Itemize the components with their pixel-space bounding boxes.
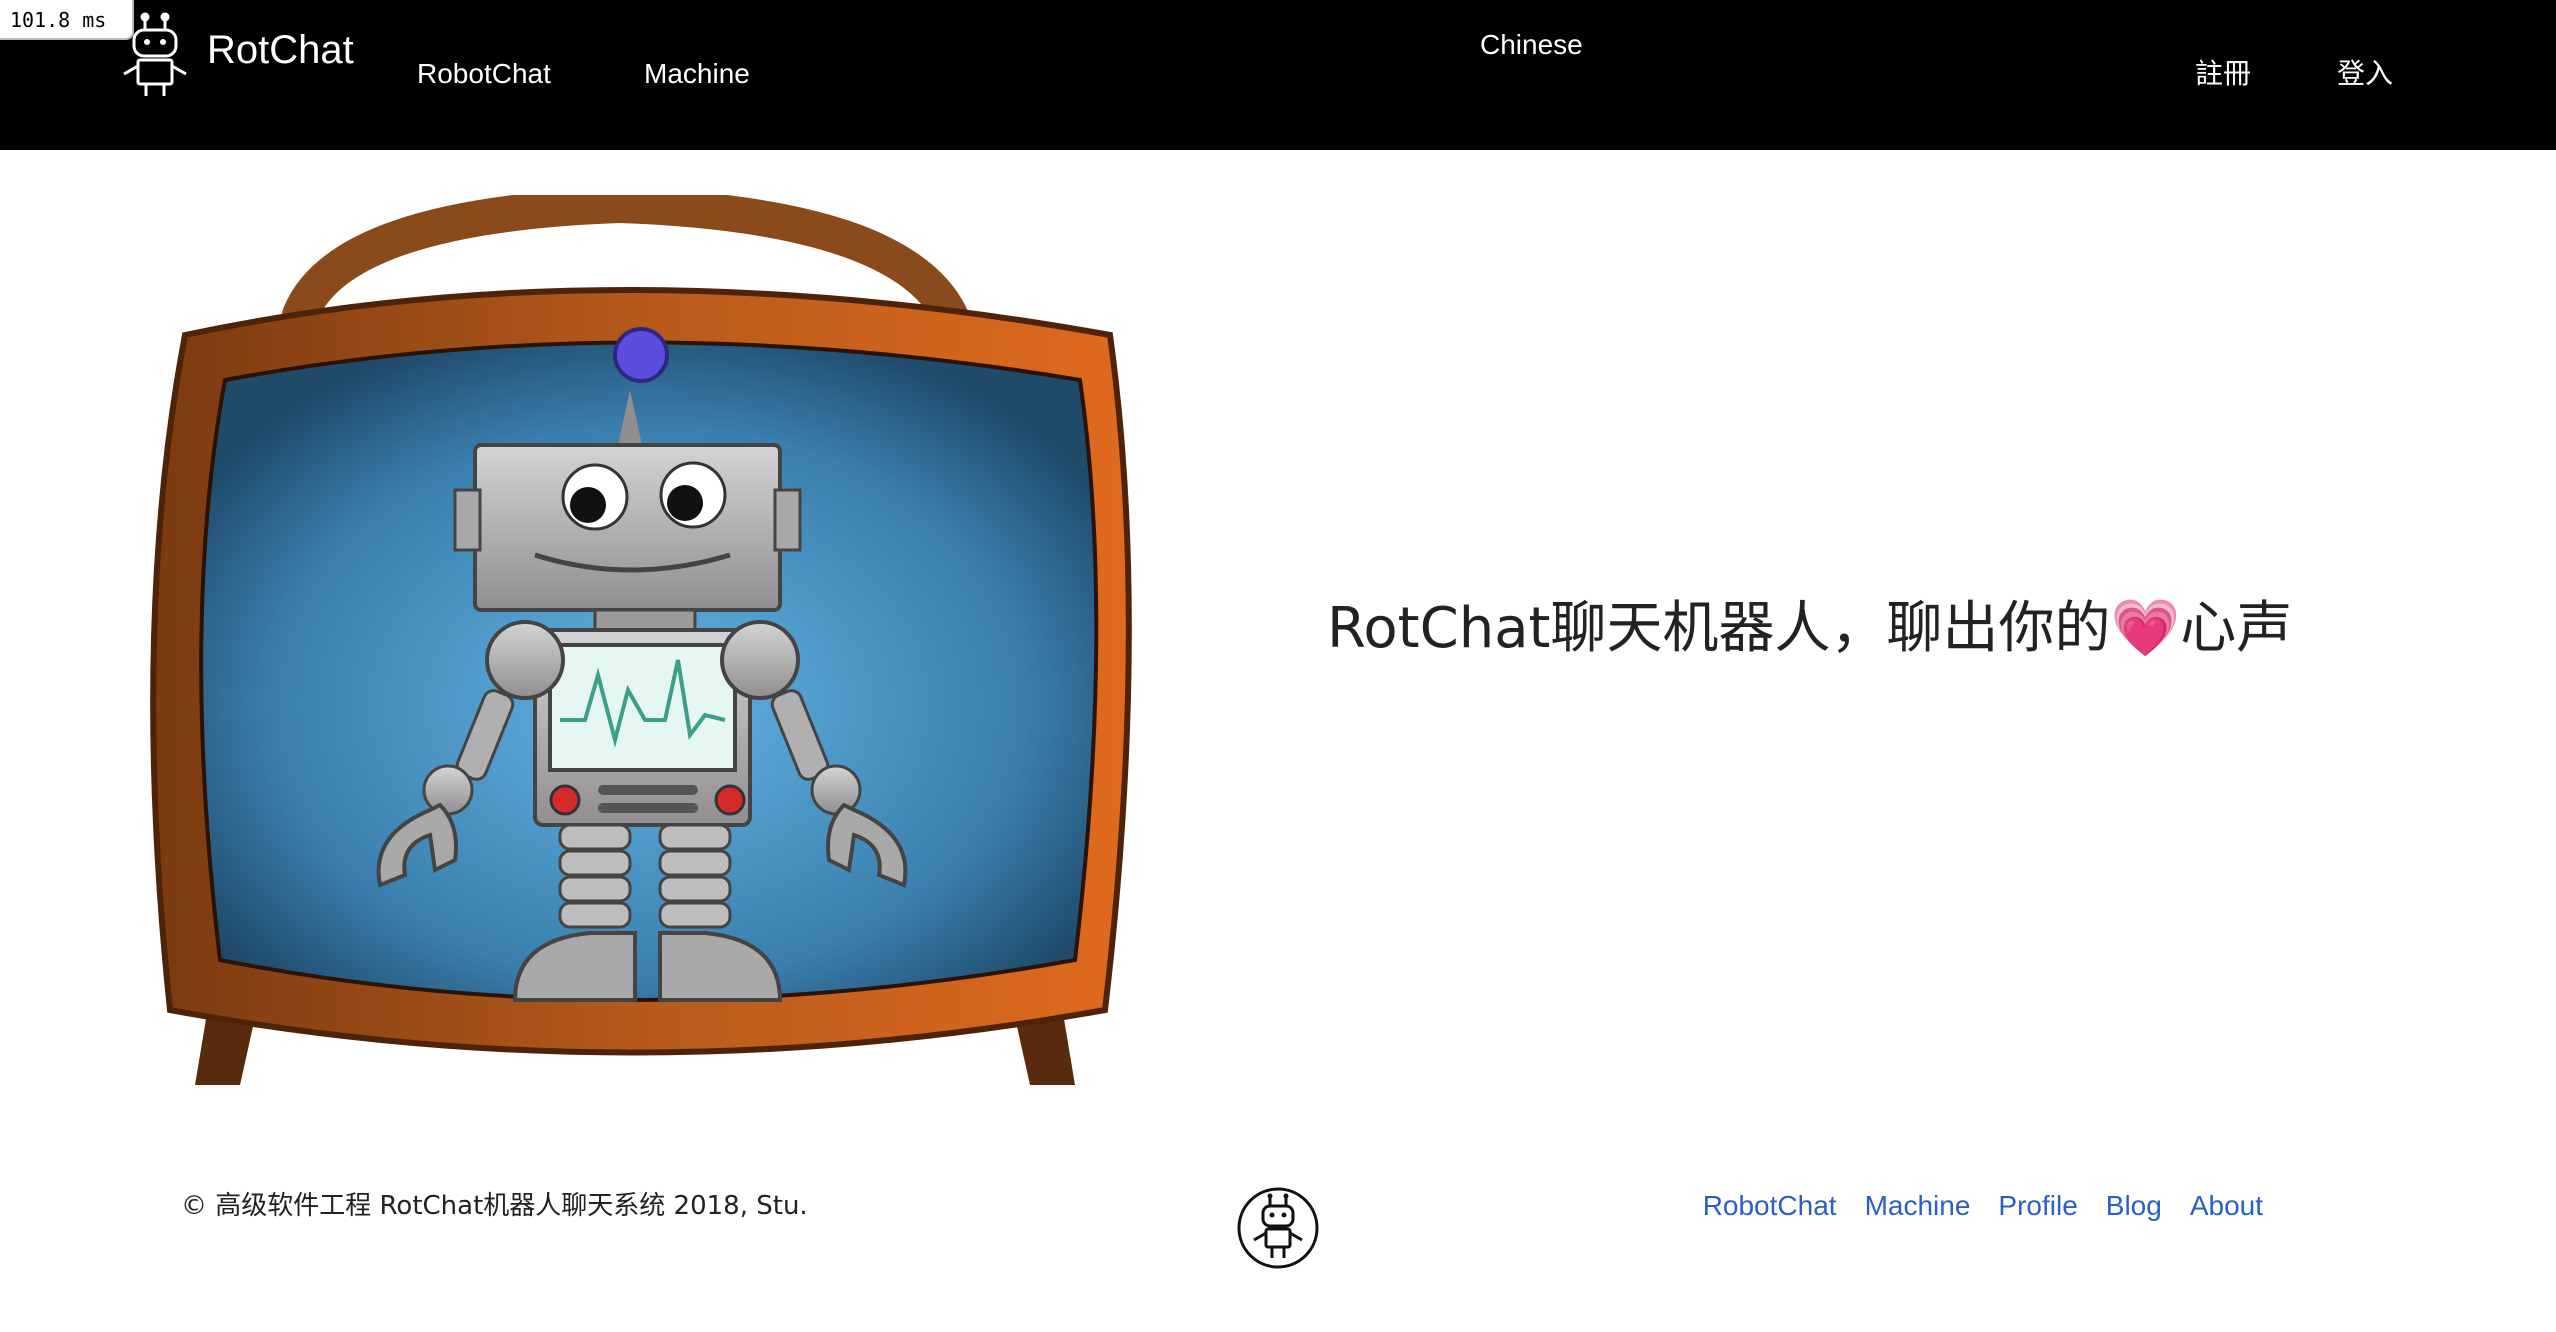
sparkling-heart-icon: 💗 [2110,596,2181,661]
register-link[interactable]: 註冊 [2195,56,2251,92]
nav-link-robotchat[interactable]: RobotChat [417,56,551,92]
robot-logo-icon [1237,1187,1319,1269]
top-navbar: RotChat RobotChat Machine Chinese 註冊 登入 [0,0,2556,150]
tagline-text-end: 心声 [2180,596,2293,661]
footer-links: RobotChat Machine Profile Blog About [1703,1188,2263,1224]
language-switch[interactable]: Chinese [1480,27,1583,63]
footer-copyright: © 高级软件工程 RotChat机器人聊天系统 2018, Stu. [181,1191,808,1221]
nav-link-machine[interactable]: Machine [644,56,750,92]
login-link[interactable]: 登入 [2337,56,2393,92]
footer-link-blog[interactable]: Blog [2106,1188,2162,1224]
footer-link-profile[interactable]: Profile [1998,1188,2077,1224]
tagline-text-start: RotChat聊天机器人，聊出你的 [1327,596,2111,661]
brand-name[interactable]: RotChat [207,24,354,76]
timing-overlay: 101.8 ms [0,0,134,40]
footer-link-machine[interactable]: Machine [1865,1188,1971,1224]
robot-tv-illustration [150,195,1132,1085]
footer-link-robotchat[interactable]: RobotChat [1703,1188,1837,1224]
hero-tagline: RotChat聊天机器人，聊出你的💗心声 [1327,593,2292,665]
footer-link-about[interactable]: About [2190,1188,2263,1224]
